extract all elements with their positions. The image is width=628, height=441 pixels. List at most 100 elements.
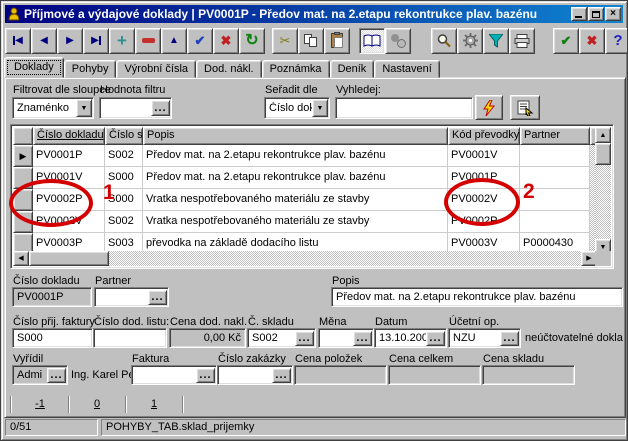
delete-record-button[interactable] [135, 28, 161, 54]
cislo-dokladu-field[interactable]: PV0001P [12, 287, 92, 307]
toolbar: ◀ ◀ ▶ ▶ + ▲ ✔ ✖ ↻ ✂ [5, 26, 623, 55]
mena-lookup-button[interactable]: ... [353, 331, 372, 346]
column-header-cislo-dokladu[interactable]: Číslo dokladu [33, 127, 105, 145]
print-button[interactable] [509, 28, 535, 54]
sort-dropdown-button[interactable]: ▼ [312, 99, 328, 117]
scrollbar-corner [595, 251, 611, 266]
sort-combobox[interactable]: Číslo dokla ▼ [264, 97, 330, 119]
refresh-button[interactable]: ↻ [239, 28, 265, 54]
ucetni-op-field[interactable]: NZU ... [448, 328, 521, 348]
pager-button-0[interactable]: 0 [69, 396, 126, 413]
cislo-dokladu-label: Číslo dokladu [13, 275, 80, 287]
c-skladu-lookup-button[interactable]: ... [295, 331, 314, 346]
cancel-record-button[interactable]: ✖ [213, 28, 239, 54]
filter-value-label: Hodnota filtru [100, 84, 165, 96]
search-button[interactable] [431, 28, 457, 54]
tab-denik[interactable]: Deník [330, 60, 375, 78]
filter-button[interactable] [483, 28, 509, 54]
cislo-prij-faktury-field[interactable]: S000 [12, 328, 93, 348]
last-record-button[interactable]: ▶ [83, 28, 109, 54]
cena-celkem-label: Cena celkem [389, 353, 453, 365]
datum-label: Datum [375, 316, 407, 328]
app-window: Příjmové a výdajové doklady | PV0001P - … [0, 0, 628, 441]
faktura-field[interactable]: ... [131, 365, 217, 385]
report-button[interactable] [510, 95, 540, 120]
open-book-icon [363, 34, 381, 48]
horizontal-scroll-thumb[interactable] [29, 251, 109, 266]
cislo-zakazky-field[interactable]: ... [217, 365, 293, 385]
column-header-partner[interactable]: Partner [520, 127, 590, 145]
post-check-icon: ✔ [195, 34, 206, 47]
maximize-button[interactable] [588, 7, 604, 21]
tab-doklady[interactable]: Doklady [4, 57, 64, 78]
help-question-icon: ? [613, 33, 622, 48]
close-form-button[interactable]: ✖ [579, 28, 605, 54]
faktura-lookup-button[interactable]: ... [196, 368, 215, 383]
search-input[interactable] [335, 97, 473, 119]
tab-dod-nakl[interactable]: Dod. nákl. [196, 60, 262, 78]
related-records-icon [391, 34, 406, 48]
cislo-zakazky-label: Číslo zakázky [218, 353, 286, 365]
filter-column-combobox[interactable]: Znaménko ▼ [12, 97, 94, 119]
vyridil-lookup-button[interactable]: ... [47, 368, 66, 383]
book-view-button[interactable] [359, 28, 385, 54]
scroll-left-button[interactable]: ◀ [13, 251, 29, 266]
edit-record-button[interactable]: ▲ [161, 28, 187, 54]
filter-column-dropdown-button[interactable]: ▼ [76, 99, 92, 117]
grid-header-row: Číslo dokladu Číslo skladu Popis Kód pře… [13, 127, 611, 145]
tab-poznamka[interactable]: Poznámka [262, 60, 330, 78]
minimize-button[interactable] [571, 7, 587, 21]
gear-icon [463, 33, 478, 48]
table-row[interactable]: ▶ PV0001P S002 Předov mat. na 2.etapu re… [13, 145, 611, 167]
mena-field[interactable]: ... [318, 328, 374, 348]
filter-value-ellipsis-button[interactable]: ... [151, 100, 170, 116]
datum-lookup-button[interactable]: ... [426, 331, 445, 346]
scroll-up-button[interactable]: ▲ [595, 127, 611, 143]
post-record-button[interactable]: ✔ [187, 28, 213, 54]
tab-vyrobni-cisla[interactable]: Výrobní čísla [116, 60, 196, 78]
column-header-cislo-skladu[interactable]: Číslo skladu [105, 127, 143, 145]
related-view-button[interactable] [385, 28, 411, 54]
record-counter: 0/51 [5, 419, 98, 436]
close-window-button[interactable]: × [605, 7, 621, 21]
grid-horizontal-scrollbar[interactable]: ◀ ▶ [13, 251, 597, 266]
cislo-zakazky-lookup-button[interactable]: ... [272, 368, 291, 383]
c-skladu-field[interactable]: S002 ... [247, 328, 316, 348]
tab-nastaveni[interactable]: Nastavení [374, 60, 440, 78]
pager-button-1[interactable]: 1 [126, 396, 183, 413]
filter-value-input[interactable]: ... [99, 97, 172, 119]
confirm-button[interactable]: ✔ [553, 28, 579, 54]
ucetni-op-lookup-button[interactable]: ... [500, 331, 519, 346]
partner-lookup-button[interactable]: ... [148, 290, 167, 305]
settings-button[interactable] [457, 28, 483, 54]
refresh-icon: ↻ [245, 33, 258, 49]
maximize-icon [592, 11, 600, 18]
annotation-number-1: 1 [103, 181, 115, 205]
insert-record-button[interactable]: + [109, 28, 135, 54]
grid-vertical-scrollbar[interactable]: ▲ ▼ [595, 127, 611, 255]
column-header-kod-prevodky[interactable]: Kód převodky [448, 127, 520, 145]
tab-pohyby[interactable]: Pohyby [64, 60, 117, 78]
vyridil-field[interactable]: Admi ... [12, 365, 68, 385]
cena-dod-nakl-field: 0,00 Kč [169, 328, 246, 348]
partner-field[interactable]: ... [94, 287, 169, 307]
quick-search-button[interactable] [475, 95, 503, 120]
first-record-button[interactable]: ◀ [5, 28, 31, 54]
tab-strip: Doklady Pohyby Výrobní čísla Dod. nákl. … [4, 57, 624, 78]
help-button[interactable]: ? [605, 28, 628, 54]
c-skladu-label: Č. skladu [248, 316, 294, 328]
cena-dod-nakl-label: Cena dod. nakl. [170, 316, 247, 328]
popis-field[interactable]: Předov mat. na 2.etapu rekontrukce plav.… [331, 287, 623, 307]
copy-button[interactable] [298, 28, 324, 54]
paste-button[interactable] [324, 28, 350, 54]
row-selector[interactable]: ▶ [13, 145, 33, 167]
prior-record-button[interactable]: ◀ [31, 28, 57, 54]
table-row[interactable]: PV0002V S002 Vratka nespotřebovaného mat… [13, 211, 611, 233]
cislo-dod-listu-field[interactable] [93, 328, 167, 348]
pager-button-minus1[interactable]: -1 [12, 396, 69, 413]
vertical-scroll-thumb[interactable] [595, 143, 611, 165]
column-header-popis[interactable]: Popis [143, 127, 448, 145]
datum-field[interactable]: 13.10.200 ... [374, 328, 447, 348]
cut-button[interactable]: ✂ [272, 28, 298, 54]
next-record-button[interactable]: ▶ [57, 28, 83, 54]
